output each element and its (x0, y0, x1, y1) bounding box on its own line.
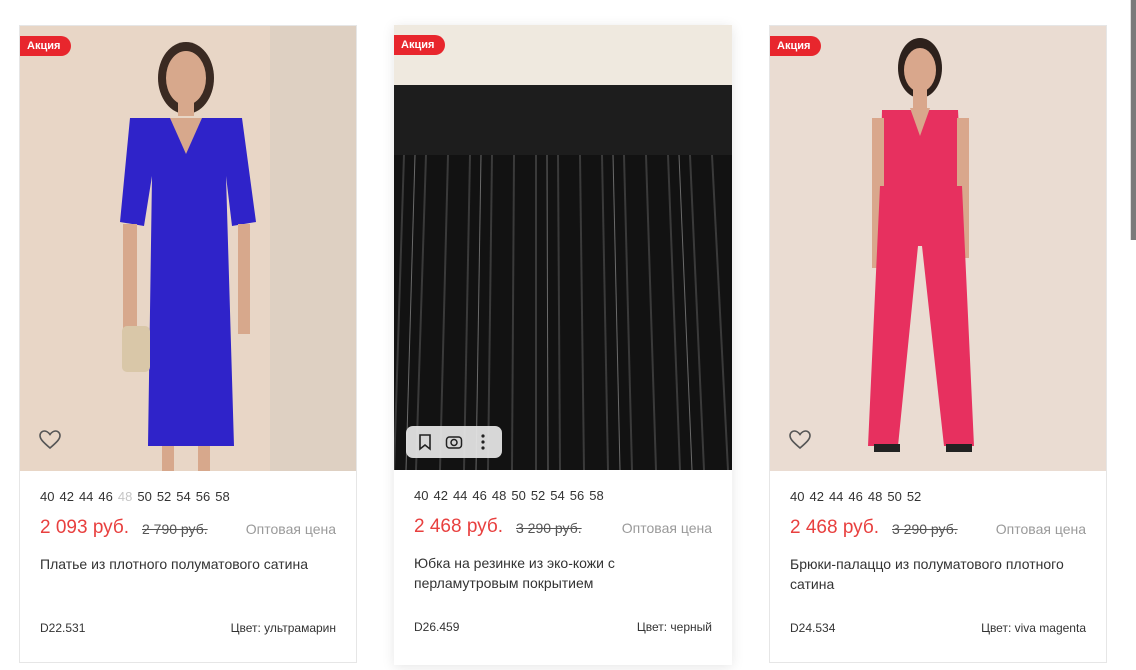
size-option[interactable]: 52 (907, 489, 921, 504)
size-option[interactable]: 54 (176, 489, 190, 504)
product-color: Цвет: черный (636, 620, 712, 634)
size-option[interactable]: 44 (829, 489, 843, 504)
wholesale-price-link[interactable]: Оптовая цена (622, 520, 712, 536)
size-option[interactable]: 44 (453, 488, 467, 503)
size-option[interactable]: 52 (157, 489, 171, 504)
size-option[interactable]: 44 (79, 489, 93, 504)
size-list: 40 42 44 46 48 50 52 54 56 58 (40, 489, 235, 504)
product-image[interactable]: Акция (20, 26, 356, 471)
size-option[interactable]: 58 (589, 488, 603, 503)
current-price: 2 468 руб. (414, 516, 504, 537)
sale-badge: Акция (20, 36, 72, 56)
current-price: 2 093 руб. (40, 517, 130, 538)
size-option[interactable]: 48 (492, 488, 506, 503)
old-price: 3 290 руб. (516, 520, 582, 536)
product-sku: D22.531 (40, 621, 86, 635)
size-option[interactable]: 46 (98, 489, 112, 504)
camera-icon[interactable] (442, 430, 466, 454)
size-option[interactable]: 54 (550, 488, 564, 503)
size-option[interactable]: 42 (433, 488, 447, 503)
product-image[interactable]: Акция (394, 25, 732, 470)
sale-badge: Акция (394, 35, 446, 55)
bookmark-icon[interactable] (413, 430, 437, 454)
product-card[interactable]: Акция 40 42 44 46 48 50 52 2 468 руб. 3 290 ру… (769, 25, 1107, 663)
product-color: Цвет: ультрамарин (230, 621, 336, 635)
product-card[interactable]: Акция 40 42 44 46 48 50 52 54 56 58 2 468 руб. 3 … (394, 25, 732, 665)
size-option[interactable]: 50 (887, 489, 901, 504)
size-option-unavailable: 48 (117, 489, 133, 504)
size-option[interactable]: 56 (196, 489, 210, 504)
size-option[interactable]: 46 (472, 488, 486, 503)
size-option[interactable]: 58 (215, 489, 229, 504)
product-sku: D24.534 (790, 621, 836, 635)
quick-actions-bar (406, 426, 502, 458)
size-option[interactable]: 50 (511, 488, 525, 503)
size-option[interactable]: 50 (137, 489, 151, 504)
product-image[interactable]: Акция (770, 26, 1106, 471)
wholesale-price-link[interactable]: Оптовая цена (246, 521, 336, 537)
product-color: Цвет: viva magenta (981, 621, 1086, 635)
heart-icon[interactable] (788, 428, 812, 452)
size-option[interactable]: 42 (809, 489, 823, 504)
size-option[interactable]: 40 (790, 489, 804, 504)
size-list: 40 42 44 46 48 50 52 54 56 58 (414, 488, 609, 503)
product-name[interactable]: Брюки-палаццо из полуматового плотного с… (790, 554, 1086, 594)
size-option[interactable]: 40 (40, 489, 54, 504)
old-price: 2 790 руб. (142, 521, 208, 537)
size-option[interactable]: 42 (59, 489, 73, 504)
size-option[interactable]: 48 (868, 489, 882, 504)
wholesale-price-link[interactable]: Оптовая цена (996, 521, 1086, 537)
current-price: 2 468 руб. (790, 517, 880, 538)
product-card[interactable]: Акция 40 42 44 46 48 50 52 54 56 58 2 093 руб. 2 … (19, 25, 357, 663)
price-row: 2 468 руб. 3 290 руб. Оптовая цена (414, 516, 712, 540)
size-option[interactable]: 46 (848, 489, 862, 504)
product-name[interactable]: Юбка на резинке из эко-кожи с перламутро… (414, 553, 712, 593)
product-name[interactable]: Платье из плотного полуматового сатина (40, 554, 336, 574)
size-option[interactable]: 40 (414, 488, 428, 503)
heart-icon[interactable] (38, 428, 62, 452)
size-option[interactable]: 56 (570, 488, 584, 503)
scrollbar-thumb[interactable] (1130, 0, 1136, 240)
size-option[interactable]: 52 (531, 488, 545, 503)
price-row: 2 093 руб. 2 790 руб. Оптовая цена (40, 517, 336, 541)
more-icon[interactable] (471, 430, 495, 454)
product-sku: D26.459 (414, 620, 460, 634)
size-list: 40 42 44 46 48 50 52 (790, 489, 926, 504)
price-row: 2 468 руб. 3 290 руб. Оптовая цена (790, 517, 1086, 541)
old-price: 3 290 руб. (892, 521, 958, 537)
sale-badge: Акция (770, 36, 822, 56)
